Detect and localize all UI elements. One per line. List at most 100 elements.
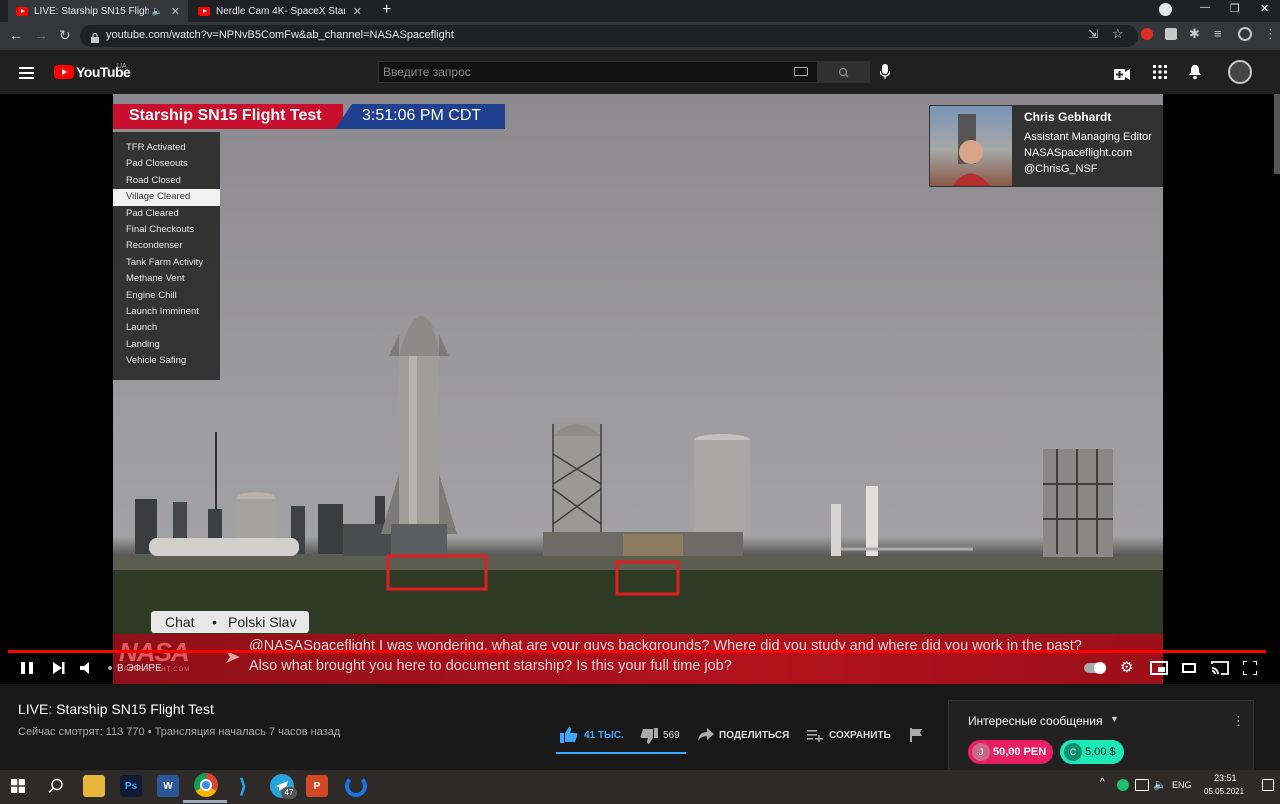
checklist-item: Vehicle Safing <box>126 355 187 367</box>
superchat-avatar: J <box>972 743 990 761</box>
tab-nerdle-cam[interactable]: Nerdle Cam 4K- SpaceX Starship ✕ <box>190 0 370 22</box>
keyboard-icon[interactable] <box>794 67 808 76</box>
reading-list-icon[interactable]: ≡ <box>1214 26 1222 41</box>
windows-start-icon[interactable] <box>11 779 25 793</box>
share-button[interactable]: ПОДЕЛИТЬСЯ <box>719 730 789 741</box>
network-icon[interactable] <box>1135 779 1149 791</box>
language-indicator[interactable]: ENG <box>1172 780 1192 790</box>
host-handle: @ChrisG_NSF <box>1024 163 1098 175</box>
restore-button[interactable]: ❐ <box>1230 2 1240 15</box>
checklist-item: Final Checkouts <box>126 223 195 235</box>
video-meta: Сейчас смотрят: 113 770 • Трансляция нач… <box>18 726 341 738</box>
checklist-item: Pad Closeouts <box>126 158 188 170</box>
new-tab-button[interactable]: + <box>382 1 391 19</box>
volume-icon[interactable] <box>80 661 94 675</box>
chat-label: Chat <box>165 614 195 630</box>
search-placeholder: Введите запрос <box>383 65 471 79</box>
checklist-item: Recondenser <box>126 240 183 252</box>
superchat-amount: 50,00 PEN <box>993 746 1047 758</box>
report-flag-icon[interactable] <box>910 728 922 742</box>
miniplayer-icon[interactable] <box>1150 661 1168 675</box>
close-tab-icon[interactable]: ✕ <box>353 5 362 18</box>
host-role: Assistant Managing Editor <box>1024 131 1152 143</box>
notification-badge: 47 <box>281 787 297 799</box>
tray-app-icon[interactable] <box>1117 779 1129 791</box>
create-video-icon[interactable] <box>1114 67 1130 80</box>
clock-display: 3:51:06 PM CDT <box>362 107 482 124</box>
extension-icon[interactable] <box>1141 28 1153 40</box>
thumbs-down-icon[interactable] <box>640 728 658 744</box>
tab-audio-icon[interactable]: 🔈 <box>152 6 163 17</box>
chrome-icon[interactable] <box>194 773 218 797</box>
apps-grid-icon[interactable] <box>1153 65 1167 79</box>
speaker-icon[interactable]: 🔈 <box>1153 778 1167 791</box>
youtube-favicon-icon <box>16 6 28 16</box>
minimize-button[interactable]: — <box>1200 2 1210 13</box>
microphone-icon[interactable] <box>879 64 891 80</box>
bookmark-star-icon[interactable]: ☆ <box>1112 26 1124 42</box>
tab-title: Nerdle Cam 4K- SpaceX Starship <box>216 5 345 17</box>
cast-icon[interactable] <box>1210 660 1230 676</box>
checklist-item-active: Village Cleared <box>113 189 220 206</box>
extension-icon[interactable] <box>1165 28 1177 40</box>
next-video-icon[interactable] <box>52 661 66 675</box>
progress-bar[interactable] <box>8 650 1266 653</box>
word-icon[interactable]: W <box>157 775 179 797</box>
profile-avatar[interactable] <box>1238 27 1252 41</box>
account-avatar[interactable] <box>1228 60 1252 84</box>
vscode-icon[interactable]: ⟩ <box>232 775 254 798</box>
notifications-bell-icon[interactable] <box>1188 64 1202 80</box>
host-photo <box>930 106 1012 186</box>
show-hidden-icons-icon[interactable]: ^ <box>1100 777 1105 788</box>
superchat-avatar: C <box>1064 743 1082 761</box>
reload-icon[interactable]: ↻ <box>59 27 71 44</box>
like-count[interactable]: 41 ТЫС. <box>584 730 624 741</box>
forward-arrow-icon[interactable]: → <box>34 27 48 43</box>
hamburger-menu-icon[interactable] <box>19 66 34 79</box>
chrome-menu-icon[interactable]: ⋮ <box>1264 26 1277 42</box>
theater-mode-icon[interactable] <box>1182 663 1196 673</box>
app-icon[interactable] <box>345 775 367 797</box>
autoplay-toggle[interactable] <box>1084 662 1106 674</box>
window-close-button[interactable]: ✕ <box>1260 2 1269 15</box>
sentiment-bar <box>556 752 686 754</box>
search-button[interactable] <box>818 61 870 83</box>
back-arrow-icon[interactable]: ← <box>9 27 23 43</box>
save-playlist-icon[interactable] <box>807 729 823 742</box>
video-frame[interactable]: Starship SN15 Flight Test 3:51:06 PM CDT… <box>113 94 1163 684</box>
tab-live-starship[interactable]: LIVE: Starship SN15 Flight Te 🔈 ✕ <box>8 0 188 22</box>
checklist-item: Methane Vent <box>126 273 185 285</box>
chevron-down-icon[interactable]: ▼ <box>1110 714 1119 724</box>
close-tab-icon[interactable]: ✕ <box>171 5 180 18</box>
clock-time[interactable]: 23:51 <box>1214 773 1237 783</box>
youtube-logo-icon[interactable] <box>54 65 74 79</box>
clock-date[interactable]: 05.05.2021 <box>1204 787 1244 796</box>
live-chat-header[interactable]: Интересные сообщения <box>968 714 1103 728</box>
search-icon[interactable] <box>48 778 64 794</box>
file-explorer-icon[interactable] <box>83 775 105 797</box>
more-options-icon[interactable]: ⋮ <box>1232 713 1245 729</box>
checklist-item: Tank Farm Activity <box>126 256 204 268</box>
checklist-item: Launch <box>126 322 158 334</box>
host-site: NASASpaceflight.com <box>1024 147 1133 159</box>
extensions-puzzle-icon[interactable]: ✱ <box>1189 26 1200 42</box>
save-button[interactable]: СОХРАНИТЬ <box>829 730 891 741</box>
checklist-item: Engine Chill <box>126 289 177 301</box>
settings-gear-icon[interactable]: ⚙ <box>1120 660 1136 676</box>
share-icon[interactable] <box>698 728 714 742</box>
action-center-icon[interactable] <box>1262 779 1274 791</box>
dislike-count[interactable]: 569 <box>663 730 680 741</box>
powerpoint-icon[interactable]: P <box>306 775 328 797</box>
fullscreen-icon[interactable] <box>1242 660 1258 676</box>
photoshop-icon[interactable]: Ps <box>120 775 142 797</box>
checklist-item: Landing <box>126 338 160 350</box>
profile-menu-icon[interactable] <box>1159 3 1172 16</box>
thumbs-up-icon[interactable] <box>560 727 578 743</box>
pause-icon[interactable] <box>20 661 34 675</box>
active-app-indicator <box>183 800 227 803</box>
page-scrollbar[interactable] <box>1274 94 1280 174</box>
live-label[interactable]: В ЭФИРЕ <box>117 663 162 674</box>
install-app-icon[interactable]: ⇲ <box>1088 27 1098 41</box>
stream-title-overlay: Starship SN15 Flight Test <box>129 107 322 124</box>
host-name: Chris Gebhardt <box>1024 110 1112 124</box>
